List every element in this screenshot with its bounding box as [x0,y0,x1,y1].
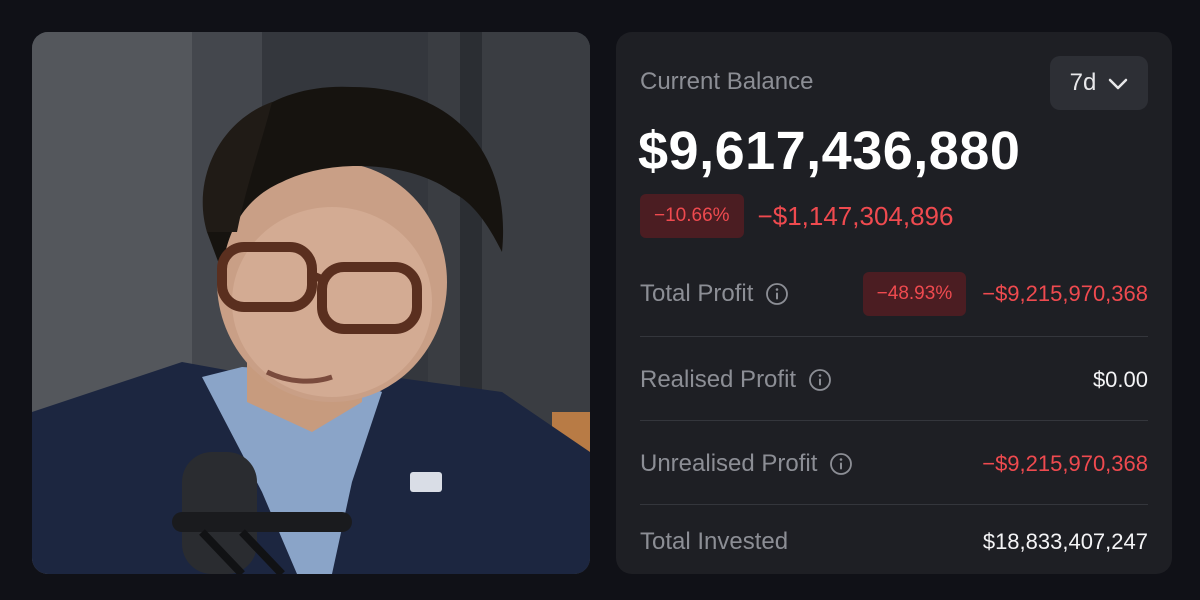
current-balance-value: $9,617,436,880 [638,121,1021,181]
info-icon[interactable] [808,368,832,392]
person-photo [32,32,590,574]
unrealised-profit-label: Unrealised Profit [640,450,818,477]
balance-change-row: −10.66% −$1,147,304,896 [640,194,953,238]
total-profit-label: Total Profit [640,280,754,307]
total-profit-value: −$9,215,970,368 [982,281,1148,306]
current-balance-label: Current Balance [640,68,814,95]
total-invested-label: Total Invested [640,528,789,555]
chevron-down-icon [1108,69,1128,97]
info-icon[interactable] [829,452,853,476]
total-profit-row: Total Profit −48.93% −$9,215,970,368 [640,270,1148,318]
unrealised-profit-value: −$9,215,970,368 [982,451,1148,476]
balance-change-percent-badge: −10.66% [640,194,744,238]
total-invested-value: $18,833,407,247 [982,529,1148,554]
realised-profit-value: $0.00 [1092,367,1148,392]
unrealised-profit-row: Unrealised Profit −$9,215,970,368 [640,440,1148,488]
total-invested-row: Total Invested $18,833,407,247 [640,518,1148,566]
realised-profit-label: Realised Profit [640,366,797,393]
realised-profit-row: Realised Profit $0.00 [640,356,1148,404]
time-range-dropdown[interactable]: 7d [1050,56,1148,110]
balance-change-amount: −$1,147,304,896 [757,200,954,231]
divider [640,336,1148,337]
divider [640,504,1148,505]
divider [640,420,1148,421]
time-range-value: 7d [1069,69,1097,96]
total-profit-percent-badge: −48.93% [862,272,967,316]
info-icon[interactable] [765,282,789,306]
balance-card: Current Balance 7d $9,617,436,880 −10.66… [616,32,1172,574]
